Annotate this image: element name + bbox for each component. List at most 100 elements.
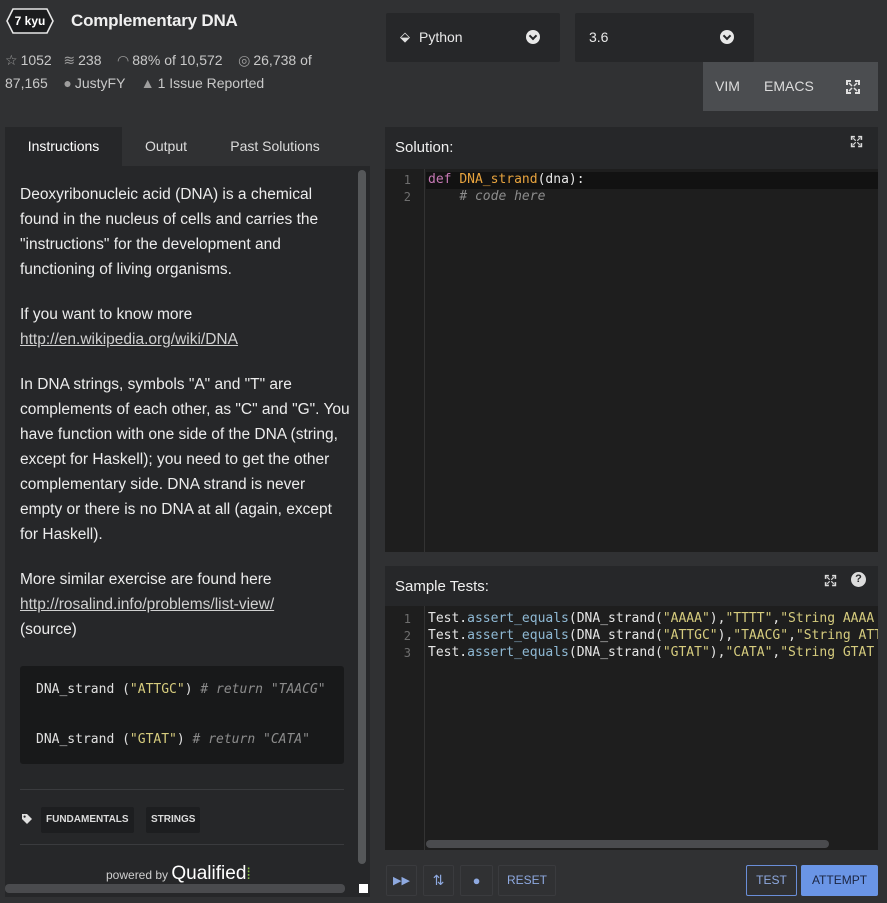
- sample-tests-editor[interactable]: 1 2 3 Test.assert_equals(DNA_strand("AAA…: [385, 606, 878, 850]
- code-token: ),: [709, 611, 726, 626]
- description-paragraph: More similar exercise are found here http…: [20, 567, 350, 642]
- kata-title: Complementary DNA: [71, 11, 238, 30]
- issues-stat[interactable]: ▲ 1 Issue Reported: [141, 75, 264, 91]
- code-token: "TAACG": [733, 628, 789, 643]
- discuss-button[interactable]: ●: [460, 865, 493, 896]
- code-token: "GTAT": [129, 732, 177, 747]
- code-token: "ATTGC": [662, 628, 718, 643]
- instructions-panel: Instructions Output Past Solutions Deoxy…: [5, 127, 370, 897]
- code-token: Test.: [428, 645, 468, 660]
- emacs-mode-button[interactable]: EMACS: [764, 78, 814, 94]
- code-token: "AAAA": [662, 611, 710, 626]
- sample-tests-title: Sample Tests:: [395, 578, 489, 595]
- scrollbar-corner: [359, 884, 368, 893]
- line-number: 2: [403, 190, 411, 204]
- satisfaction-pct: 88%: [132, 52, 161, 68]
- stack-icon: ≋: [63, 52, 76, 68]
- line-number: 1: [403, 612, 411, 626]
- code-token: (dna):: [537, 172, 585, 187]
- horizontal-scrollbar[interactable]: [426, 840, 829, 848]
- code-token: def: [428, 172, 452, 187]
- description-text: (source): [20, 621, 77, 638]
- description-paragraph: Deoxyribonucleic acid (DNA) is a chemica…: [20, 186, 319, 278]
- target-icon: ◎: [238, 52, 251, 68]
- stars-count: 1052: [20, 52, 52, 68]
- fast-forward-icon: ▶▶: [393, 875, 410, 887]
- line-gutter: 1 2 3: [385, 606, 425, 850]
- version-select[interactable]: 3.6: [575, 13, 754, 62]
- code-token: assert_equals: [467, 645, 569, 660]
- chevron-down-icon: [526, 30, 540, 44]
- expand-icon[interactable]: [824, 574, 837, 587]
- powered-by-qualified[interactable]: powered by Qualified⁞: [106, 863, 251, 885]
- eye-icon: ◠: [117, 52, 130, 68]
- author-name: JustyFY: [74, 75, 126, 91]
- rank-badge: 7 kyu: [6, 8, 54, 34]
- wikipedia-link[interactable]: http://en.wikipedia.org/wiki/DNA: [20, 331, 238, 348]
- panel-tabs: Instructions Output Past Solutions: [5, 127, 370, 166]
- completed-of: of: [300, 52, 312, 68]
- code-token: ),: [709, 645, 726, 660]
- code-token: "String ATTC: [795, 628, 878, 643]
- code-token: ): [176, 732, 185, 747]
- code-token: ): [184, 682, 193, 697]
- tag-strings[interactable]: STRINGS: [146, 807, 201, 833]
- chat-icon: ●: [472, 873, 481, 888]
- sample-tests-panel: Sample Tests: ? 1 2 3 Test.assert_equals…: [385, 566, 878, 850]
- solution-panel: Solution: 1 2 def DNA_strand(dna): # cod…: [385, 127, 878, 552]
- vertical-scrollbar[interactable]: [358, 170, 366, 864]
- language-value: Python: [419, 29, 463, 45]
- total-count: 87,165: [5, 75, 48, 91]
- user-icon: ●: [63, 75, 72, 91]
- tag-fundamentals[interactable]: FUNDAMENTALS: [41, 807, 134, 833]
- version-value: 3.6: [589, 29, 609, 45]
- author-stat[interactable]: ● JustyFY: [63, 75, 125, 91]
- code-token: "CATA": [725, 645, 773, 660]
- tab-instructions[interactable]: Instructions: [5, 127, 122, 166]
- help-icon[interactable]: ?: [851, 572, 866, 587]
- solution-editor[interactable]: 1 2 def DNA_strand(dna): # code here: [385, 169, 878, 552]
- attempt-button[interactable]: ATTEMPT: [801, 865, 878, 896]
- reset-compare-button[interactable]: ⇅: [423, 865, 454, 896]
- stars-stat[interactable]: ☆ 1052: [5, 52, 52, 68]
- qualified-mark-icon: ⁞: [246, 866, 251, 883]
- completed-stat: ◎ 26,738 of: [238, 52, 312, 68]
- line-gutter: 1 2: [385, 169, 425, 552]
- tab-past-solutions[interactable]: Past Solutions: [210, 127, 340, 166]
- code-token: "String AAAA i: [780, 611, 878, 626]
- expand-icon: [846, 80, 860, 94]
- divider: [20, 789, 344, 790]
- expand-icon[interactable]: [850, 135, 863, 148]
- code-token: Test.: [428, 628, 468, 643]
- code-token: assert_equals: [467, 611, 569, 626]
- code-token: "String GTAT i: [780, 645, 878, 660]
- code-token: (DNA_strand(: [568, 611, 663, 626]
- code-token: (DNA_strand(: [568, 628, 663, 643]
- issues-label: 1 Issue Reported: [157, 75, 265, 91]
- tab-output[interactable]: Output: [122, 127, 210, 166]
- language-select[interactable]: ⬙ Python: [386, 13, 560, 62]
- collections-count: 238: [78, 52, 102, 68]
- code-token: # code here: [459, 189, 546, 204]
- code-token: DNA_strand (: [36, 682, 130, 697]
- fullscreen-button[interactable]: [825, 62, 878, 111]
- horizontal-scrollbar[interactable]: [5, 884, 345, 893]
- description-text: If you want to know more: [20, 306, 193, 323]
- example-code-line: DNA_strand ("GTAT") # return "CATA": [36, 732, 310, 747]
- code-token: ,: [788, 628, 796, 643]
- code-token: DNA_strand: [459, 172, 538, 187]
- skip-button[interactable]: ▶▶: [386, 865, 417, 896]
- powered-by-text: powered by: [106, 868, 169, 882]
- code-token: DNA_strand (: [36, 732, 130, 747]
- code-token: (DNA_strand(: [568, 645, 663, 660]
- qualified-logo: Qualified: [171, 863, 247, 884]
- test-button[interactable]: TEST: [746, 865, 797, 896]
- line-number: 3: [403, 646, 411, 660]
- rosalind-link[interactable]: http://rosalind.info/problems/list-view/: [20, 596, 274, 613]
- satisfaction-votes: of 10,572: [164, 52, 223, 68]
- vim-mode-button[interactable]: VIM: [715, 78, 740, 94]
- warning-icon: ▲: [140, 75, 155, 91]
- code-line: Test.assert_equals(DNA_strand("GTAT"),"C…: [428, 645, 878, 660]
- collections-stat[interactable]: ≋ 238: [63, 52, 101, 68]
- reset-button[interactable]: RESET: [498, 865, 556, 896]
